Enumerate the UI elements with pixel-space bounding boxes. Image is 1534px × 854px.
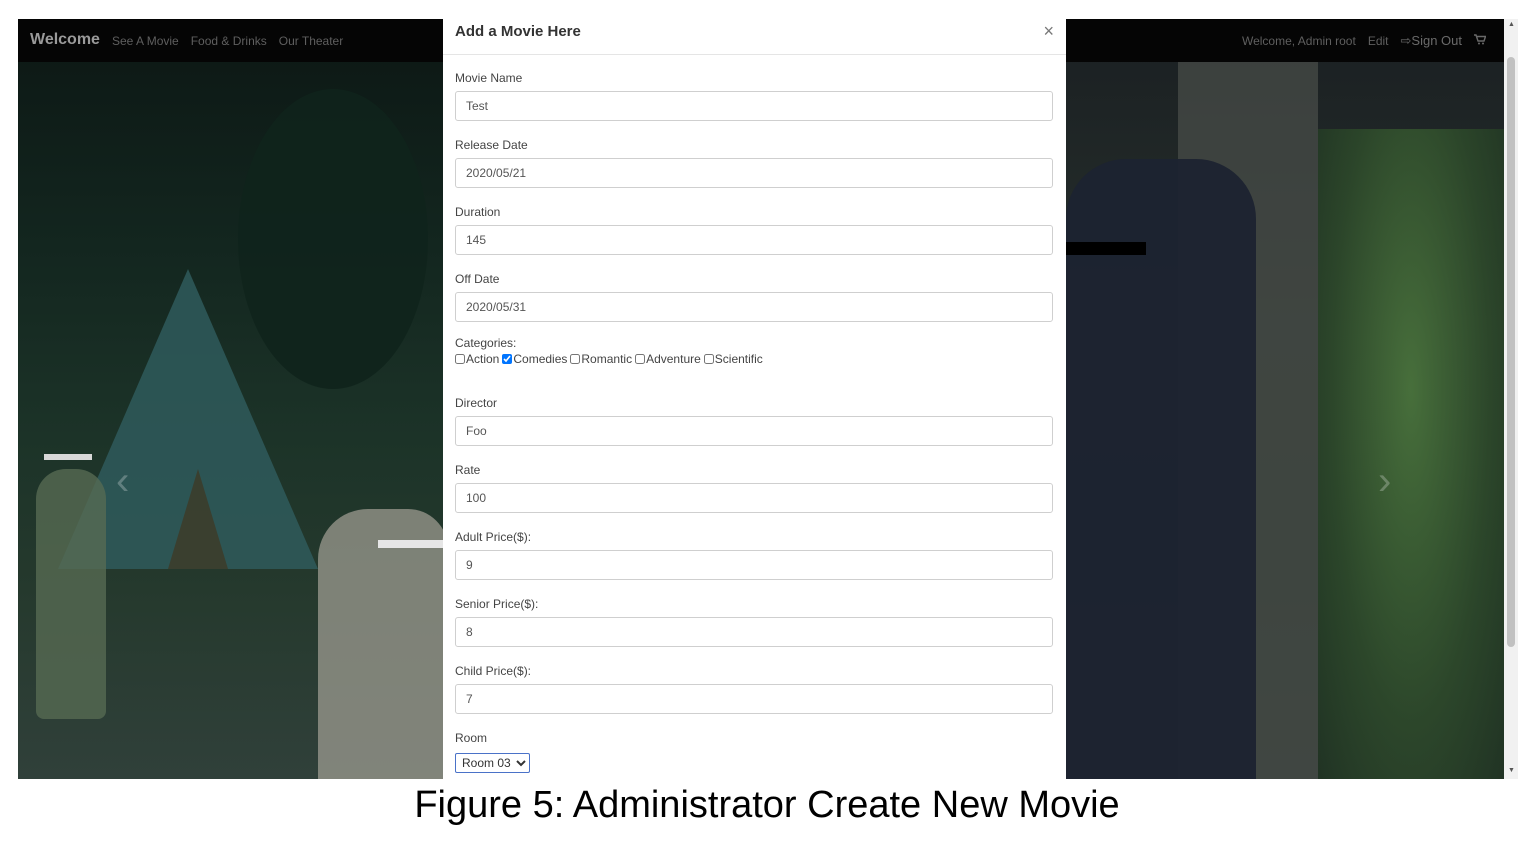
room-label: Room: [455, 731, 488, 745]
censor-bar: [44, 454, 92, 460]
sign-out-icon: ⇨: [1400, 33, 1412, 48]
category-romantic-checkbox[interactable]: [570, 354, 581, 364]
duration-input[interactable]: [455, 225, 1053, 255]
nav-brand[interactable]: Welcome: [30, 31, 100, 49]
scroll-down-icon[interactable]: ▼: [1508, 767, 1515, 774]
movie-name-input[interactable]: [455, 91, 1053, 121]
categories-label: Categories:: [455, 336, 517, 350]
category-comedies-label: Comedies: [513, 352, 568, 366]
chevron-right-icon[interactable]: ›: [1378, 459, 1391, 504]
nav-link-food-drinks[interactable]: Food & Drinks: [191, 34, 267, 48]
category-scientific[interactable]: Scientific: [703, 352, 763, 366]
censor-bar: [378, 540, 448, 548]
category-adventure-checkbox[interactable]: [635, 354, 646, 364]
category-comedies[interactable]: Comedies: [502, 352, 567, 366]
modal-title: Add a Movie Here: [455, 23, 581, 40]
welcome-text: Welcome, Admin root: [1241, 34, 1356, 48]
nav-links: See A Movie Food & Drinks Our Theater: [112, 34, 343, 48]
category-action-label: Action: [466, 352, 500, 366]
category-scientific-label: Scientific: [714, 352, 763, 366]
hero-tent-door: [168, 469, 228, 569]
add-movie-modal: Add a Movie Here × Movie Name Release Da…: [443, 19, 1066, 779]
category-romantic-label: Romantic: [581, 352, 633, 366]
nav-right: Welcome, Admin root Edit ⇨Sign Out: [1241, 33, 1487, 49]
off-date-input[interactable]: [455, 292, 1053, 322]
senior-price-input[interactable]: [455, 617, 1053, 647]
movie-name-label: Movie Name: [455, 71, 523, 85]
adult-price-input[interactable]: [455, 550, 1053, 580]
censor-bar: [1066, 242, 1146, 255]
category-comedies-checkbox[interactable]: [502, 354, 513, 364]
room-select[interactable]: Room 03: [455, 753, 530, 773]
scroll-up-icon[interactable]: ▲: [1508, 21, 1515, 28]
chevron-left-icon[interactable]: ‹: [116, 459, 129, 504]
scroll-thumb[interactable]: [1507, 57, 1515, 647]
child-price-label: Child Price($):: [455, 664, 532, 678]
modal-header: Add a Movie Here ×: [443, 19, 1066, 55]
figure-caption: Figure 5: Administrator Create New Movie: [414, 784, 1120, 826]
release-date-label: Release Date: [455, 138, 528, 152]
category-action[interactable]: Action: [455, 352, 499, 366]
adult-price-label: Adult Price($):: [455, 530, 532, 544]
nav-link-our-theater[interactable]: Our Theater: [279, 34, 343, 48]
category-scientific-checkbox[interactable]: [703, 354, 714, 364]
nav-link-see-a-movie[interactable]: See A Movie: [112, 34, 179, 48]
hero-garden: [1318, 129, 1504, 779]
rate-input[interactable]: [455, 483, 1053, 513]
sign-out-label: Sign Out: [1411, 33, 1462, 48]
close-icon[interactable]: ×: [1043, 21, 1054, 42]
director-label: Director: [455, 396, 498, 410]
rate-label: Rate: [455, 463, 481, 477]
modal-body: Movie Name Release Date Duration Off Dat…: [443, 55, 1066, 773]
director-input[interactable]: [455, 416, 1053, 446]
child-price-input[interactable]: [455, 684, 1053, 714]
hero-child-figure: [36, 469, 106, 719]
category-adventure[interactable]: Adventure: [635, 352, 701, 366]
category-adventure-label: Adventure: [646, 352, 701, 366]
cart-icon[interactable]: [1474, 34, 1487, 48]
nav-link-edit[interactable]: Edit: [1368, 34, 1389, 48]
hero-woman-figure: [318, 509, 448, 779]
category-action-checkbox[interactable]: [455, 354, 465, 364]
category-romantic[interactable]: Romantic: [570, 352, 632, 366]
page-scrollbar[interactable]: ▲ ▼: [1504, 19, 1518, 779]
categories-group: Action Comedies Romantic Adventure Scien…: [455, 352, 1054, 366]
sign-out-link[interactable]: ⇨Sign Out: [1401, 33, 1463, 49]
app-screen: ‹ › Welcome See A Movie Food & Drinks Ou…: [18, 19, 1518, 779]
senior-price-label: Senior Price($):: [455, 597, 539, 611]
release-date-input[interactable]: [455, 158, 1053, 188]
duration-label: Duration: [455, 205, 501, 219]
off-date-label: Off Date: [455, 272, 500, 286]
